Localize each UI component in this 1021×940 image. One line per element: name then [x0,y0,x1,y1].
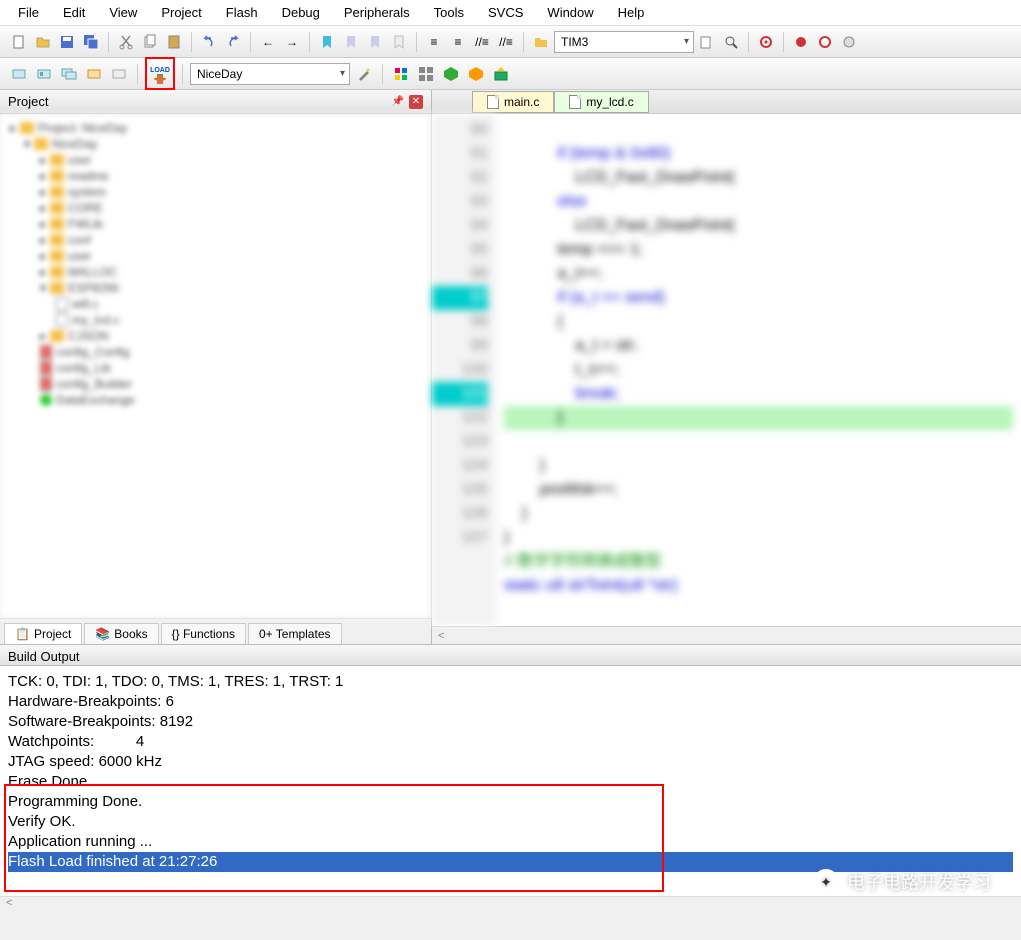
menu-window[interactable]: Window [535,1,605,24]
output-line-selected: Flash Load finished at 21:27:26 [8,852,1013,872]
build-output-header: Build Output [0,644,1021,666]
output-line: Software-Breakpoints: 8192 [8,712,1013,732]
manage-project-icon[interactable] [390,63,412,85]
rebuild-icon[interactable] [58,63,80,85]
build-icon[interactable] [33,63,55,85]
tab-project[interactable]: 📋Project [4,623,82,644]
doc-icon [569,95,581,109]
code-editor[interactable]: 9091929394959697989910010110210310410510… [432,114,1021,626]
breakpoint-icon[interactable] [790,31,812,53]
new-file-icon[interactable] [8,31,30,53]
menu-tools[interactable]: Tools [422,1,476,24]
close-icon[interactable]: ✕ [409,95,423,109]
find-icon[interactable] [530,31,552,53]
tab-books[interactable]: 📚Books [84,623,158,644]
menu-view[interactable]: View [97,1,149,24]
cut-icon[interactable] [115,31,137,53]
output-line: Programming Done. [8,792,1013,812]
copy-icon[interactable] [139,31,161,53]
save-icon[interactable] [56,31,78,53]
line-gutter: 9091929394959697989910010110210310410510… [432,114,496,626]
select-packs-icon[interactable] [465,63,487,85]
paste-icon[interactable] [163,31,185,53]
output-line: TCK: 0, TDI: 1, TDO: 0, TMS: 1, TRES: 1,… [8,672,1013,692]
tab-functions[interactable]: {} Functions [161,623,246,644]
save-all-icon[interactable] [80,31,102,53]
editor-tab-bar: main.c my_lcd.c [432,90,1021,114]
find-next-icon[interactable] [696,31,718,53]
find-combo[interactable]: TIM3 [554,31,694,53]
bookmark-clear-icon[interactable] [388,31,410,53]
editor-tab-main[interactable]: main.c [472,91,554,113]
redo-icon[interactable] [222,31,244,53]
tab-templates[interactable]: 0+ Templates [248,623,342,644]
pack-installer-icon[interactable] [490,63,512,85]
bookmark-prev-icon[interactable] [340,31,362,53]
bookmark-next-icon[interactable] [364,31,386,53]
project-tree[interactable]: ▸Project: NiceDay ▾NiceDay ▸user ▸readme… [0,114,431,618]
editor-hscroll[interactable]: < [432,626,1021,644]
stop-build-icon[interactable] [108,63,130,85]
debug-icon[interactable] [755,31,777,53]
breakpoint-disable-icon[interactable] [814,31,836,53]
output-line: Verify OK. [8,812,1013,832]
menu-flash[interactable]: Flash [214,1,270,24]
books-icon: 📚 [95,627,110,641]
manage-rte-icon[interactable] [440,63,462,85]
download-highlight: LOAD [145,57,175,91]
indent-icon[interactable]: ≡ [423,31,445,53]
menu-help[interactable]: Help [606,1,657,24]
menu-peripherals[interactable]: Peripherals [332,1,422,24]
open-file-icon[interactable] [32,31,54,53]
multi-project-icon[interactable] [415,63,437,85]
batch-build-icon[interactable] [83,63,105,85]
toolbar-main: ← → ≡ ≡ //≡ //≡ TIM3 [0,26,1021,58]
project-panel: Project 📌 ✕ ▸Project: NiceDay ▾NiceDay ▸… [0,90,432,644]
output-line: Erase Done. [8,772,1013,792]
comment-icon[interactable]: //≡ [471,31,493,53]
options-icon[interactable] [353,63,375,85]
pin-icon[interactable]: 📌 [391,95,405,109]
doc-icon [487,95,499,109]
menu-bar: File Edit View Project Flash Debug Perip… [0,0,1021,26]
code-body[interactable]: if (temp & 0x80) LCD_Fast_DrawPoint( els… [496,114,1021,626]
project-panel-title: Project [8,94,48,109]
nav-fwd-icon[interactable]: → [281,31,303,53]
undo-icon[interactable] [198,31,220,53]
outdent-icon[interactable]: ≡ [447,31,469,53]
output-hscroll[interactable]: < [0,896,1021,910]
output-line: JTAG speed: 6000 kHz [8,752,1013,772]
project-tab-icon: 📋 [15,627,30,641]
editor-tab-mylcd[interactable]: my_lcd.c [554,91,648,113]
uncomment-icon[interactable]: //≡ [495,31,517,53]
build-output[interactable]: TCK: 0, TDI: 1, TDO: 0, TMS: 1, TRES: 1,… [0,666,1021,896]
find-files-icon[interactable] [720,31,742,53]
menu-edit[interactable]: Edit [51,1,97,24]
translate-icon[interactable] [8,63,30,85]
editor-panel: main.c my_lcd.c 909192939495969798991001… [432,90,1021,644]
breakpoint-clear-icon[interactable] [838,31,860,53]
project-tab-bar: 📋Project 📚Books {} Functions 0+ Template… [0,618,431,644]
toolbar-build: LOAD NiceDay [0,58,1021,90]
output-line: Hardware-Breakpoints: 6 [8,692,1013,712]
download-icon[interactable]: LOAD [149,64,171,86]
project-panel-header: Project 📌 ✕ [0,90,431,114]
menu-svcs[interactable]: SVCS [476,1,535,24]
bookmark-icon[interactable] [316,31,338,53]
output-line: Watchpoints: 4 [8,732,1013,752]
target-combo[interactable]: NiceDay [190,63,350,85]
output-line: Application running ... [8,832,1013,852]
menu-project[interactable]: Project [149,1,213,24]
nav-back-icon[interactable]: ← [257,31,279,53]
menu-debug[interactable]: Debug [270,1,332,24]
menu-file[interactable]: File [6,1,51,24]
